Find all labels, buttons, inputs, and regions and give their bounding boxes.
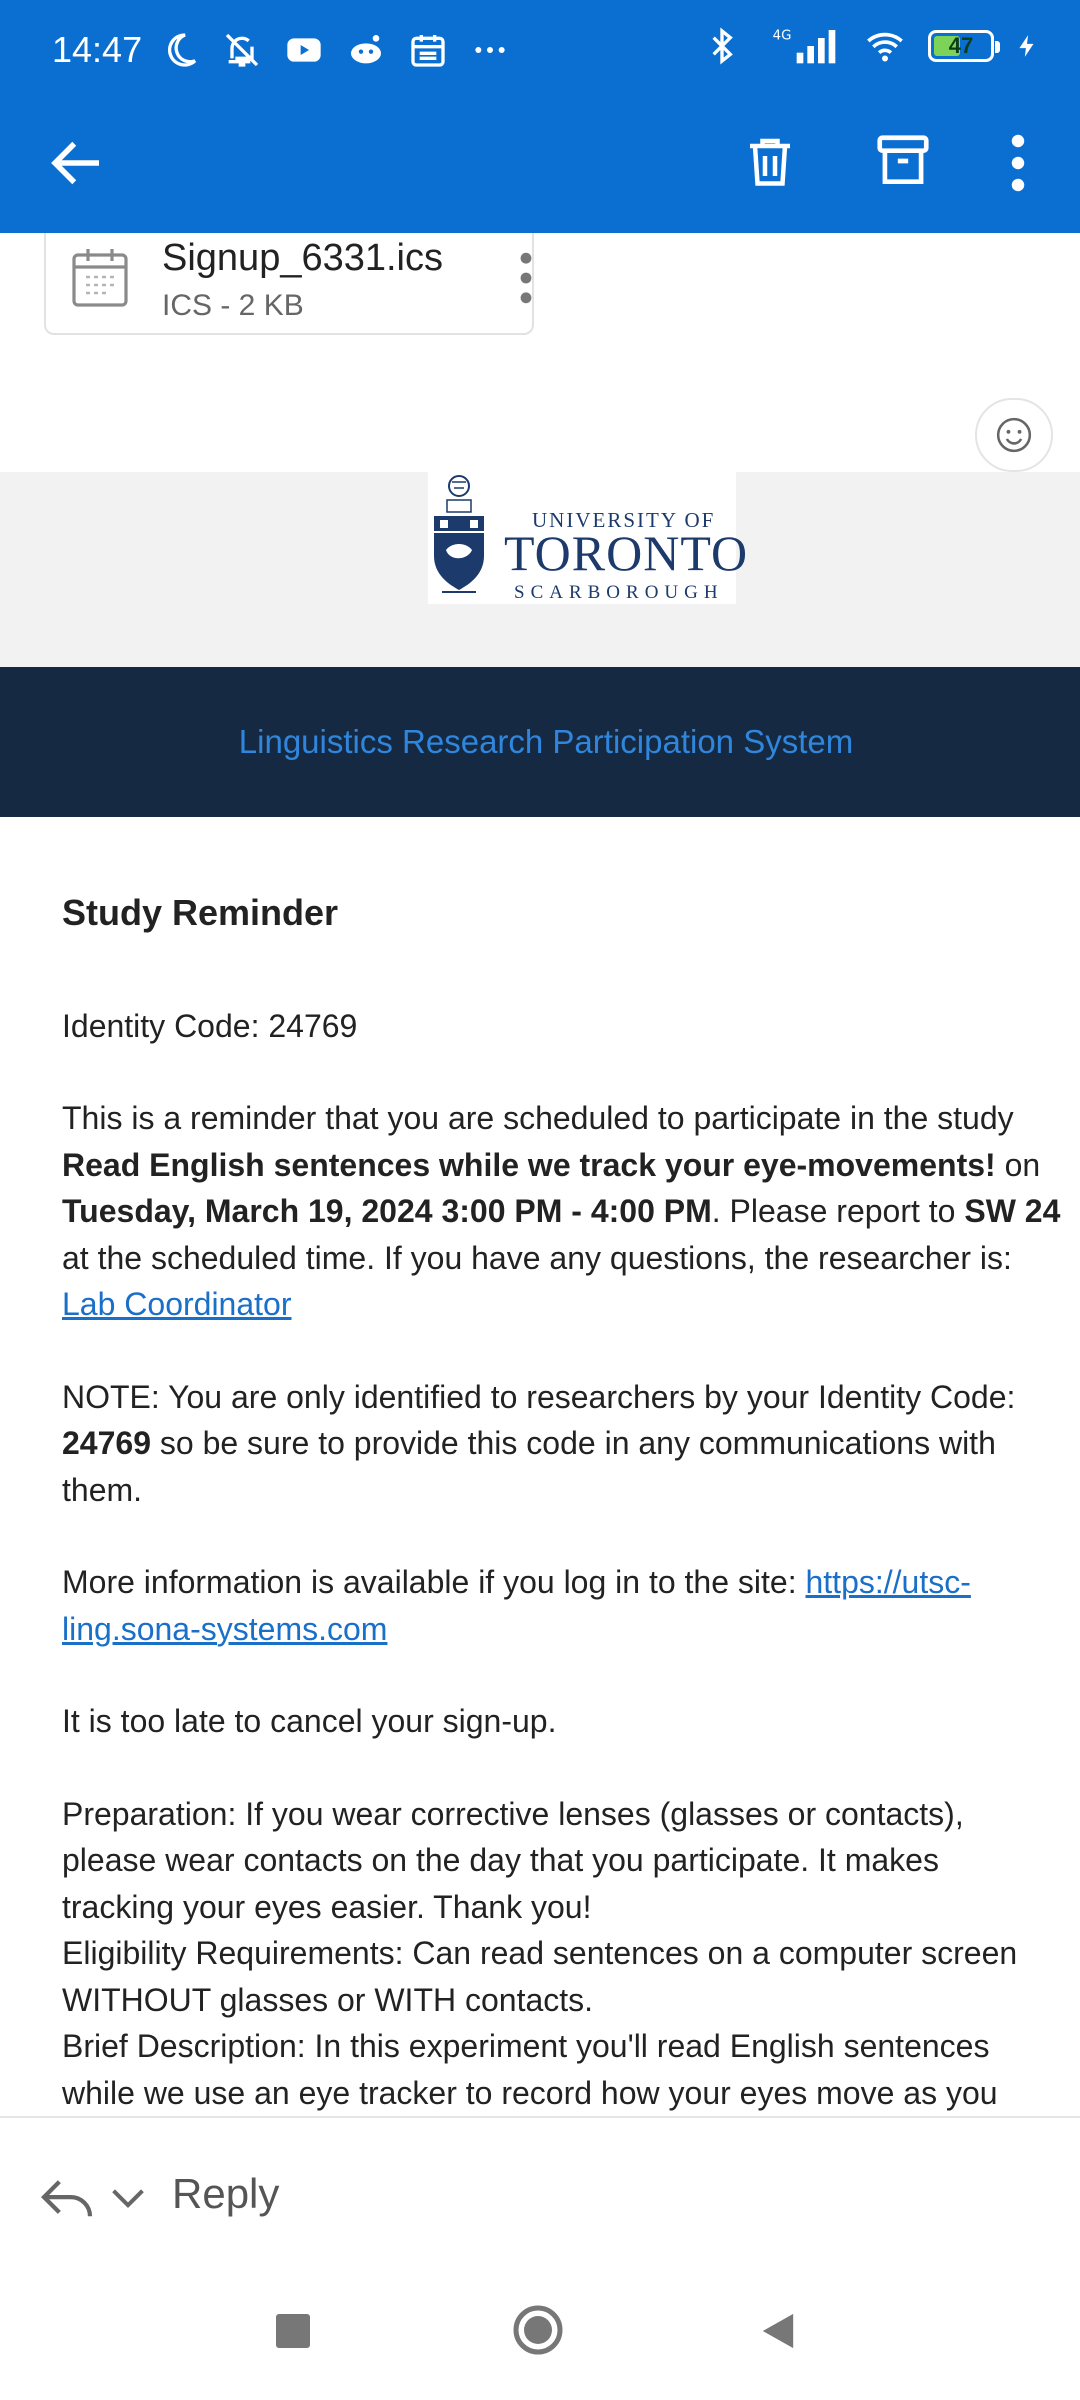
note-line-2: so be sure to provide this code in any c…: [150, 1425, 996, 1461]
note-line-1: NOTE: You are only identified to researc…: [62, 1378, 1016, 1415]
chevron-down-icon[interactable]: [110, 2184, 146, 2212]
wifi-icon: [867, 32, 903, 62]
bell-off-icon: [225, 33, 259, 67]
details-paragraph: Preparation: If you wear corrective lens…: [62, 1791, 1080, 2117]
reminder-line-3: at the scheduled time. If you have any q…: [62, 1239, 1012, 1276]
note-paragraph: NOTE: You are only identified to researc…: [62, 1374, 1080, 1514]
reply-button[interactable]: Reply: [172, 2170, 279, 2218]
top-bar: 14:47 4G 47: [0, 0, 1080, 233]
title-band: Linguistics Research Participation Syste…: [0, 667, 1080, 817]
battery-icon: 47: [928, 30, 1000, 62]
reminder-on: on: [995, 1146, 1041, 1183]
attachment-card[interactable]: Signup_6331.ics ICS - 2 KB: [44, 233, 534, 335]
more-vert-icon[interactable]: [1000, 130, 1036, 196]
study-name: Read English sentences while we track yo…: [62, 1146, 996, 1183]
calendar-icon: [411, 35, 445, 67]
system-nav-bar: [0, 2286, 1080, 2400]
archive-icon[interactable]: [872, 130, 934, 192]
cancel-line: It is too late to cancel your sign-up.: [62, 1703, 557, 1739]
recents-button[interactable]: [276, 2314, 310, 2348]
status-system-icons: 4G 47: [702, 26, 1040, 66]
prep-line-2: please wear contacts on the day that you…: [62, 1842, 939, 1878]
back-arrow-icon[interactable]: [44, 130, 110, 196]
more-info-paragraph: More information is available if you log…: [62, 1559, 1080, 1652]
smiley-icon: [996, 417, 1032, 453]
brief-line-1: Brief Description: In this experiment yo…: [62, 2028, 990, 2064]
moon-icon: [168, 33, 197, 67]
reddit-icon: [351, 35, 382, 64]
signal-icon: 4G: [773, 28, 836, 64]
system-title: Linguistics Research Participation Syste…: [238, 723, 854, 760]
home-button[interactable]: [512, 2304, 564, 2356]
prep-line-1: Preparation: If you wear corrective lens…: [62, 1795, 964, 1832]
reply-bar: Reply: [0, 2116, 1080, 2286]
elig-line-2: WITHOUT glasses or WITH contacts.: [62, 1981, 594, 2018]
email-heading: Study Reminder: [62, 892, 339, 933]
logo-band: UNIVERSITY OF TORONTO SCARBOROUGH: [0, 472, 1080, 667]
network-type: 4G: [773, 28, 792, 43]
status-bar: 14:47 4G 47: [0, 0, 1080, 100]
status-time: 14:47: [52, 29, 143, 70]
bluetooth-icon: [712, 27, 733, 65]
identity-code-line: Identity Code: 24769: [62, 1007, 358, 1044]
logo-toronto: TORONTO: [504, 525, 749, 581]
attachment-name: Signup_6331.ics: [162, 237, 443, 279]
email-body: Study Reminder Identity Code: 24769 This…: [62, 890, 1080, 2116]
nav-back-button[interactable]: [760, 2312, 796, 2350]
brief-line-2: while we use an eye tracker to record ho…: [62, 2074, 998, 2111]
prep-line-3: tracking your eyes easier. Thank you!: [62, 1888, 592, 1925]
logo-scarborough: SCARBOROUGH: [514, 582, 724, 603]
researcher-link[interactable]: Lab Coordinator: [62, 1286, 291, 1322]
reaction-button[interactable]: [975, 398, 1053, 472]
reminder-paragraph: This is a reminder that you are schedule…: [62, 1095, 1080, 1328]
note-code: 24769: [62, 1425, 151, 1461]
elig-line-1: Eligibility Requirements: Can read sente…: [62, 1935, 1018, 1971]
site-link-part-2[interactable]: ling.sona-systems.com: [62, 1611, 387, 1647]
battery-level: 47: [948, 33, 974, 58]
trash-icon[interactable]: [740, 128, 800, 194]
calendar-file-icon: [72, 249, 128, 307]
more-horiz-icon: [475, 47, 505, 53]
more-info-text: More information is available if you log…: [62, 1564, 806, 1600]
reply-icon[interactable]: [40, 2176, 94, 2222]
attachment-meta: ICS - 2 KB: [162, 289, 304, 322]
app-bar: [0, 100, 1080, 233]
crest-icon: [434, 475, 484, 593]
youtube-icon: [287, 38, 321, 62]
attachment-more-icon[interactable]: [516, 251, 536, 305]
reminder-line-1: This is a reminder that you are schedule…: [62, 1100, 1014, 1136]
status-notification-icons: [160, 30, 510, 70]
study-datetime: Tuesday, March 19, 2024 3:00 PM - 4:00 P…: [62, 1193, 712, 1229]
note-line-3: them.: [62, 1471, 143, 1508]
site-link-part-1[interactable]: https://utsc-: [805, 1564, 970, 1600]
charging-icon: [1019, 35, 1034, 57]
reminder-report: . Please report to: [711, 1193, 965, 1229]
university-logo: UNIVERSITY OF TORONTO SCARBOROUGH: [428, 472, 747, 604]
study-location: SW 24: [964, 1193, 1061, 1229]
